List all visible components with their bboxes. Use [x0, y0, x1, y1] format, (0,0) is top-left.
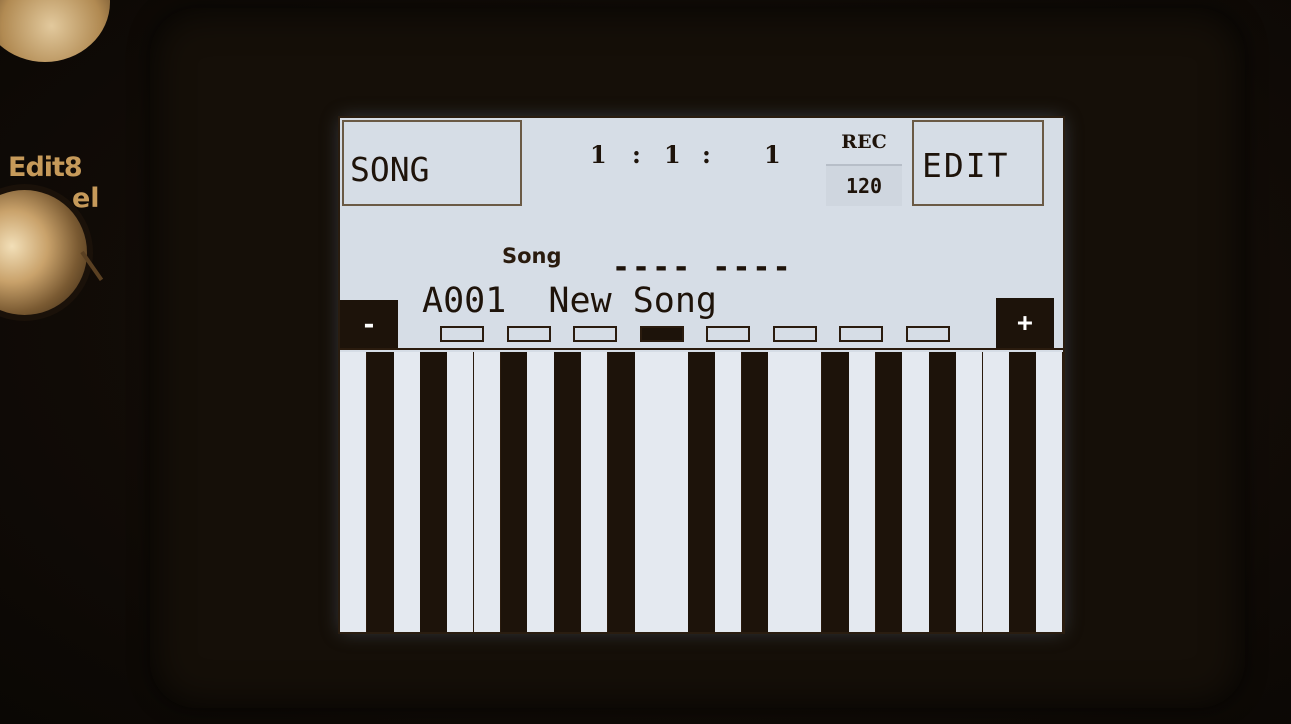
side-panel-label: Edit8	[8, 152, 83, 183]
black-key[interactable]	[607, 352, 636, 632]
white-key[interactable]	[473, 352, 502, 632]
white-key[interactable]	[795, 352, 823, 632]
position-sep-1: :	[632, 140, 641, 169]
song-name-value[interactable]: A001 New Song	[422, 281, 717, 321]
white-key[interactable]	[902, 352, 930, 632]
position-sep-2: :	[702, 140, 711, 169]
device-panel: Edit8 el SONG 1 : 1 : 1 REC 120 EDIT Son…	[0, 0, 1291, 724]
page-box[interactable]	[839, 326, 883, 342]
page-box[interactable]	[506, 326, 551, 342]
white-key[interactable]	[340, 352, 368, 632]
black-key[interactable]	[366, 352, 395, 632]
side-panel-label-2: el	[72, 183, 100, 214]
minus-button[interactable]: -	[340, 300, 398, 350]
page-box[interactable]	[772, 326, 817, 342]
white-key[interactable]	[714, 352, 743, 632]
page-box[interactable]	[573, 326, 617, 342]
top-knob[interactable]	[0, 0, 110, 62]
black-key[interactable]	[1009, 352, 1037, 632]
edit-button[interactable]: EDIT	[912, 120, 1044, 206]
white-key[interactable]	[581, 352, 609, 632]
white-key[interactable]	[982, 352, 1010, 632]
white-key[interactable]	[393, 352, 421, 632]
position-beat: 1	[664, 140, 681, 169]
black-key[interactable]	[822, 352, 850, 632]
page-box[interactable]	[706, 326, 750, 342]
song-button-label: SONG	[350, 150, 430, 189]
page-box[interactable]	[639, 326, 684, 342]
lcd-screen: SONG 1 : 1 : 1 REC 120 EDIT Song ---- --…	[340, 118, 1063, 632]
song-extra-dashes: ---- ----	[612, 250, 793, 285]
black-key[interactable]	[875, 352, 903, 632]
edit-button-label: EDIT	[922, 146, 1010, 185]
divider	[340, 348, 1063, 350]
white-key[interactable]	[661, 352, 689, 632]
white-key[interactable]	[955, 352, 984, 632]
black-key[interactable]	[688, 352, 716, 632]
bpm-display[interactable]: 120	[826, 164, 902, 206]
black-key[interactable]	[929, 352, 957, 632]
position-bar: 1	[590, 140, 607, 169]
white-key[interactable]	[848, 352, 877, 632]
black-key[interactable]	[741, 352, 769, 632]
piano-keyboard[interactable]	[340, 352, 1063, 632]
song-field-label: Song	[502, 244, 562, 268]
black-key[interactable]	[500, 352, 528, 632]
page-box[interactable]	[905, 326, 950, 342]
rec-indicator[interactable]: REC	[826, 122, 902, 162]
page-box[interactable]	[440, 326, 484, 342]
black-key[interactable]	[554, 352, 582, 632]
white-key[interactable]	[634, 352, 662, 632]
song-button[interactable]: SONG	[342, 120, 522, 206]
plus-button[interactable]: +	[996, 298, 1054, 348]
white-key[interactable]	[768, 352, 796, 632]
position-tick: 1	[764, 140, 781, 169]
black-key[interactable]	[420, 352, 448, 632]
white-key[interactable]	[1036, 352, 1063, 632]
white-key[interactable]	[447, 352, 475, 632]
white-key[interactable]	[527, 352, 555, 632]
